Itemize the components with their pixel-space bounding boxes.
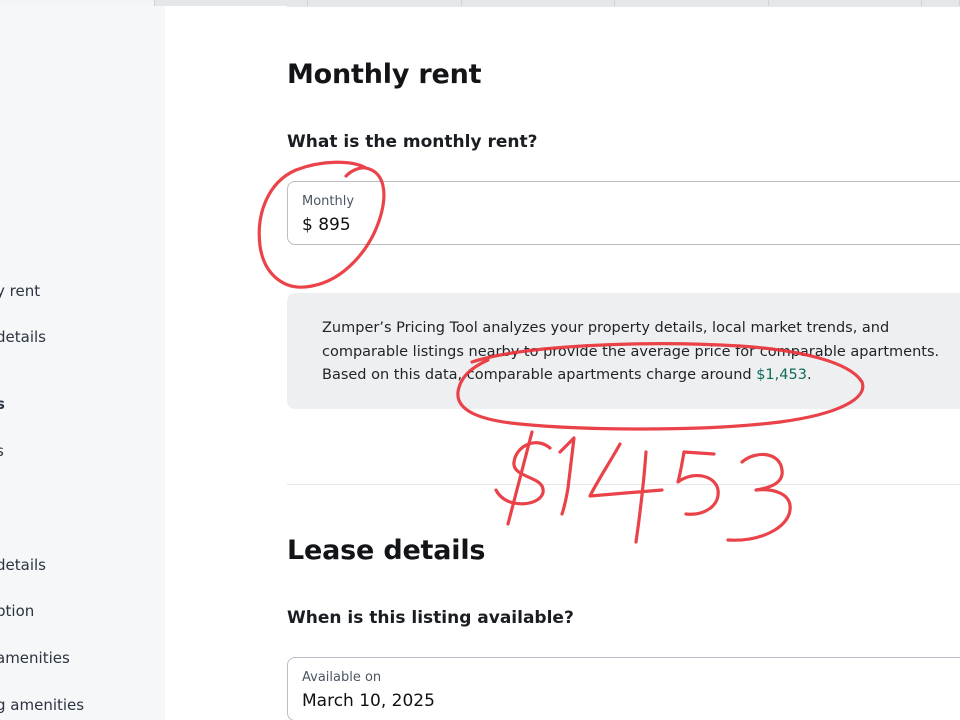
monthly-rent-field-value[interactable]: $ 895 bbox=[302, 215, 351, 235]
divider bbox=[287, 6, 960, 7]
section-title-monthly-rent: Monthly rent bbox=[287, 59, 482, 90]
sidebar-item[interactable]: g amenities bbox=[0, 696, 84, 714]
sidebar-item[interactable]: ption bbox=[0, 602, 34, 620]
monthly-rent-input[interactable]: Monthly $ 895 bbox=[287, 181, 960, 245]
sidebar-item[interactable]: s bbox=[0, 442, 4, 460]
sidebar-item[interactable]: amenities bbox=[0, 649, 70, 667]
sidebar-nav: y rent details s s details ption amenities g am… bbox=[0, 6, 165, 720]
available-on-date-input[interactable]: Available on March 10, 2025 bbox=[287, 657, 960, 720]
monthly-rent-field-label: Monthly bbox=[302, 194, 355, 209]
listing-form: Monthly rent What is the monthly rent? M… bbox=[287, 0, 960, 720]
pricing-tool-info-box: Zumper’s Pricing Tool analyzes your prop… bbox=[287, 293, 960, 409]
section-divider bbox=[287, 484, 960, 485]
pricing-tool-text: Zumper’s Pricing Tool analyzes your prop… bbox=[322, 320, 940, 383]
sidebar-item[interactable]: details bbox=[0, 556, 46, 574]
section-title-lease-details: Lease details bbox=[287, 535, 486, 566]
available-on-field-value[interactable]: March 10, 2025 bbox=[302, 691, 435, 711]
pricing-tool-text-end: . bbox=[806, 367, 812, 383]
sidebar-item[interactable]: s bbox=[0, 395, 5, 413]
sidebar-item[interactable]: details bbox=[0, 328, 46, 346]
comparable-price: $1,453 bbox=[756, 367, 807, 383]
sidebar-item[interactable]: y rent bbox=[0, 282, 40, 300]
question-monthly-rent: What is the monthly rent? bbox=[287, 132, 538, 152]
tab-strip-segment[interactable] bbox=[155, 0, 308, 6]
pricing-tool-description: Zumper’s Pricing Tool analyzes your prop… bbox=[322, 317, 942, 388]
question-availability: When is this listing available? bbox=[287, 608, 574, 628]
available-on-field-label: Available on bbox=[302, 670, 382, 685]
